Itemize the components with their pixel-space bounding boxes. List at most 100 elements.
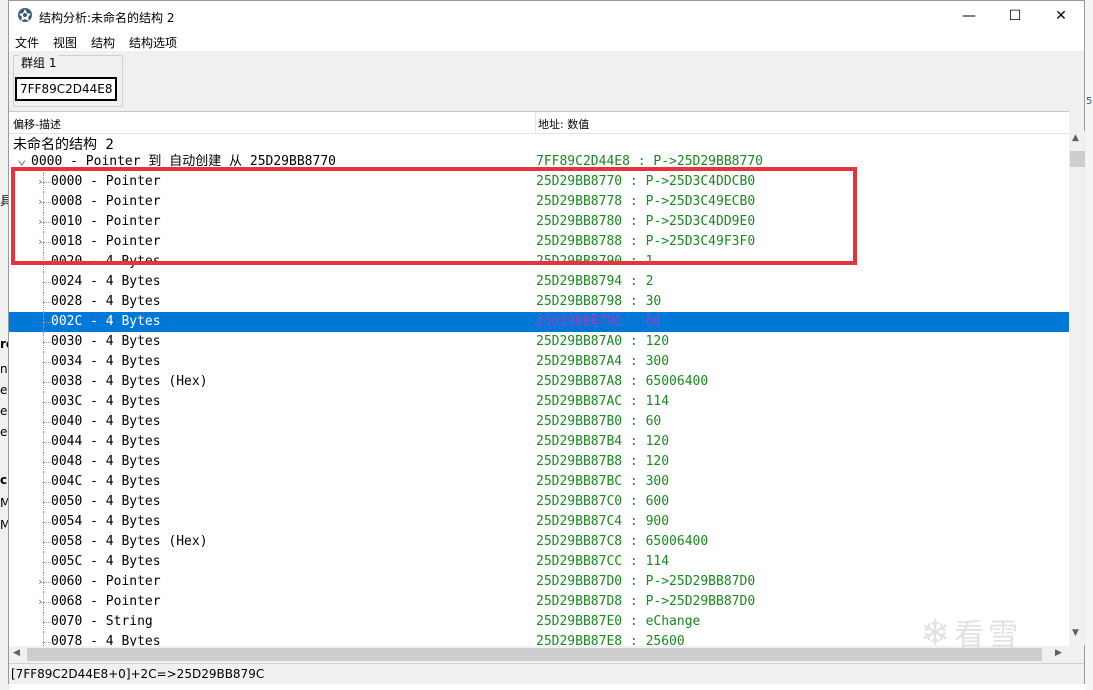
row-value: 25D29BB87A4 : 300 (536, 354, 670, 369)
menu-view[interactable]: 视图 (53, 34, 77, 51)
tree-row[interactable]: 002C - 4 Bytes 25D29BB879C : 60 (9, 312, 1069, 332)
row-value: 25D29BB87AC : 114 (536, 394, 670, 409)
tree-line (43, 582, 51, 583)
row-description: 0038 - 4 Bytes (Hex) (51, 374, 208, 389)
column-address-value[interactable]: 地址: 数值 (538, 116, 589, 132)
tree-row[interactable]: 0078 - 4 Bytes 25D29BB87E8 : 25600 (9, 632, 1069, 647)
row-value: 25D29BB87C4 : 900 (536, 514, 670, 529)
tree-line (43, 402, 51, 403)
structure-name[interactable]: 未命名的结构 2 (13, 134, 114, 154)
tree-row[interactable]: 0070 - String 25D29BB87E0 : eChange (9, 612, 1069, 632)
group-label: 群组 1 (19, 54, 59, 71)
row-value: 25D29BB87A0 : 120 (536, 334, 670, 349)
tree-row[interactable]: 0048 - 4 Bytes 25D29BB87B8 : 120 (9, 452, 1069, 472)
row-value: 25D29BB87C8 : 65006400 (536, 534, 709, 549)
maximize-button[interactable]: ☐ (992, 1, 1038, 31)
tree-row[interactable]: 0044 - 4 Bytes 25D29BB87B4 : 120 (9, 432, 1069, 452)
snowflake-icon: ❄ (920, 613, 955, 654)
row-value: 25D29BB8798 : 30 (536, 294, 662, 309)
tree-line (43, 482, 51, 483)
row-value: 25D29BB87BC : 300 (536, 474, 670, 489)
tree-row[interactable]: 003C - 4 Bytes 25D29BB87AC : 114 (9, 392, 1069, 412)
tree-row[interactable]: 0040 - 4 Bytes 25D29BB87B0 : 60 (9, 412, 1069, 432)
row-description: 0060 - Pointer (51, 574, 161, 589)
menu-structure[interactable]: 结构 (91, 34, 115, 51)
status-bar: [7FF89C2D44E8+0]+2C=>25D29BB879C (9, 663, 1084, 684)
horizontal-scroll-thumb[interactable] (27, 648, 1042, 661)
row-value: 25D29BB87CC : 114 (536, 554, 670, 569)
scroll-up-icon[interactable]: ▲ (1072, 133, 1079, 143)
scroll-down-icon[interactable]: ▼ (1072, 628, 1079, 638)
tree-line (43, 462, 51, 463)
chevron-right-icon[interactable]: › (37, 572, 44, 592)
menu-structure-options[interactable]: 结构选项 (129, 34, 177, 51)
tree-line (43, 632, 44, 647)
tree-row[interactable]: › 0060 - Pointer 25D29BB87D0 : P->25D29BB8… (9, 572, 1069, 592)
row-description: 0078 - 4 Bytes (51, 634, 161, 647)
tree-line (43, 382, 51, 383)
row-value: 25D29BB87D8 : P->25D29BB87D0 (536, 594, 756, 609)
horizontal-scrollbar[interactable]: ◀ ▶ (9, 646, 1069, 663)
close-button[interactable]: ✕ (1038, 1, 1084, 31)
row-description: 002C - 4 Bytes (51, 314, 161, 329)
tree-row[interactable]: 0028 - 4 Bytes 25D29BB8798 : 30 (9, 292, 1069, 312)
row-description: 0034 - 4 Bytes (51, 354, 161, 369)
vertical-scroll-thumb[interactable] (1070, 151, 1085, 167)
bg-letter: n (0, 362, 8, 376)
scroll-left-icon[interactable]: ◀ (13, 648, 20, 658)
background-window-right: 53 (1085, 0, 1093, 690)
row-value: 25D29BB87E0 : eChange (536, 614, 701, 629)
row-value: 25D29BB879C : 60 (536, 314, 662, 329)
tree-row[interactable]: 0034 - 4 Bytes 25D29BB87A4 : 300 (9, 352, 1069, 372)
row-description: 0024 - 4 Bytes (51, 274, 161, 289)
menu-file[interactable]: 文件 (15, 34, 39, 51)
tree-line (43, 362, 51, 363)
tree-row[interactable]: › 0068 - Pointer 25D29BB87D8 : P->25D29BB8… (9, 592, 1069, 612)
row-description: 0070 - String (51, 614, 153, 629)
row-description: 0048 - 4 Bytes (51, 454, 161, 469)
tree-line (43, 342, 51, 343)
tree-line (43, 622, 51, 623)
row-description: 0054 - 4 Bytes (51, 514, 161, 529)
tree-row[interactable]: 0054 - 4 Bytes 25D29BB87C4 : 900 (9, 512, 1069, 532)
tree-line (43, 642, 51, 643)
chevron-down-icon[interactable]: ⌄ (17, 149, 27, 169)
column-offset-description[interactable]: 偏移-描述 (13, 116, 61, 132)
title-bar[interactable]: 结构分析:未命名的结构 2 — ☐ ✕ (9, 1, 1084, 31)
watermark: ❄看雪 (920, 610, 1022, 654)
row-value: 25D29BB87A8 : 65006400 (536, 374, 709, 389)
row-description: 003C - 4 Bytes (51, 394, 161, 409)
tree-row[interactable]: 0058 - 4 Bytes (Hex) 25D29BB87C8 : 650064… (9, 532, 1069, 552)
tree-row[interactable]: 0050 - 4 Bytes 25D29BB87C0 : 600 (9, 492, 1069, 512)
cheat-engine-icon (18, 8, 32, 22)
row-description: 0028 - 4 Bytes (51, 294, 161, 309)
tree-row[interactable]: 005C - 4 Bytes 25D29BB87CC : 114 (9, 552, 1069, 572)
tree-line (43, 542, 51, 543)
tree-row[interactable]: 0038 - 4 Bytes (Hex) 25D29BB87A8 : 650064… (9, 372, 1069, 392)
minimize-button[interactable]: — (946, 1, 992, 31)
chevron-right-icon[interactable]: › (37, 592, 44, 612)
tree-line (43, 322, 51, 323)
address-input[interactable] (15, 77, 117, 101)
row-description: 005C - 4 Bytes (51, 554, 161, 569)
tree-line (43, 522, 51, 523)
tree-row[interactable]: 004C - 4 Bytes 25D29BB87BC : 300 (9, 472, 1069, 492)
scroll-right-icon[interactable]: ▶ (1055, 648, 1062, 658)
tree-line (43, 302, 51, 303)
row-value: 25D29BB87D0 : P->25D29BB87D0 (536, 574, 756, 589)
vertical-scrollbar[interactable]: ▲ ▼ (1069, 131, 1086, 645)
row-description: 0030 - 4 Bytes (51, 334, 161, 349)
tree-row[interactable]: 0030 - 4 Bytes 25D29BB87A0 : 120 (9, 332, 1069, 352)
structure-dissect-window: 结构分析:未命名的结构 2 — ☐ ✕ 文件 视图 结构 结构选项 群组 1 偏… (8, 0, 1086, 684)
row-value: 25D29BB87B8 : 120 (536, 454, 670, 469)
tree-row[interactable]: 0024 - 4 Bytes 25D29BB8794 : 2 (9, 272, 1069, 292)
tree-line (43, 282, 51, 283)
row-description: 0044 - 4 Bytes (51, 434, 161, 449)
tree-line (43, 442, 51, 443)
row-description: 004C - 4 Bytes (51, 474, 161, 489)
row-value: 25D29BB87E8 : 25600 (536, 634, 685, 647)
row-description: 0068 - Pointer (51, 594, 161, 609)
bg-letter: c (0, 473, 8, 487)
watermark-text: 看雪 (954, 618, 1023, 653)
column-separator[interactable] (535, 112, 536, 133)
